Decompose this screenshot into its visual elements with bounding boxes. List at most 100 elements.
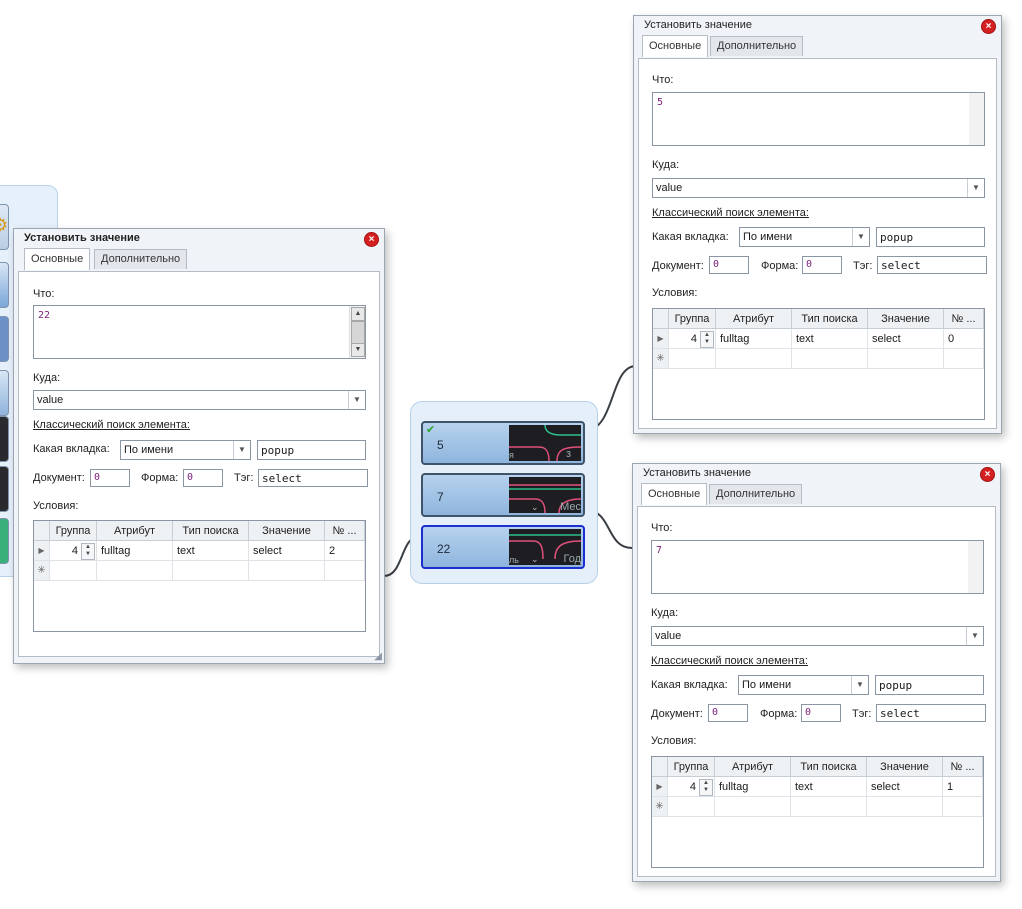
group-stepper[interactable]: ▲ ▼: [81, 543, 95, 560]
cell-attribute[interactable]: fulltag: [97, 541, 173, 561]
new-row-cell[interactable]: [715, 797, 791, 817]
new-row-cell[interactable]: [325, 561, 365, 581]
col-attribute[interactable]: Атрибут: [97, 521, 173, 541]
col-number[interactable]: № ...: [943, 757, 983, 777]
tag-input[interactable]: select: [877, 256, 987, 274]
what-input[interactable]: 22 ▲ ▼: [33, 305, 366, 359]
col-number[interactable]: № ...: [944, 309, 984, 329]
cell-number[interactable]: 0: [944, 329, 984, 349]
chevron-down-icon[interactable]: ▼: [967, 179, 984, 197]
chevron-down-icon[interactable]: ▼: [851, 676, 868, 694]
new-row-cell[interactable]: [943, 797, 983, 817]
cell-value[interactable]: select: [867, 777, 943, 797]
document-input[interactable]: 0: [90, 469, 130, 487]
table-row[interactable]: 4 ▲ ▼: [668, 777, 715, 797]
new-row-cell[interactable]: [173, 561, 249, 581]
where-select[interactable]: value ▼: [652, 178, 985, 198]
col-number[interactable]: № ...: [325, 521, 365, 541]
tab-which-select[interactable]: По имени ▼: [739, 227, 870, 247]
col-search-type[interactable]: Тип поиска: [173, 521, 249, 541]
cell-search-type[interactable]: text: [791, 777, 867, 797]
tag-input[interactable]: select: [876, 704, 986, 722]
new-row-cell[interactable]: [97, 561, 173, 581]
conditions-grid[interactable]: Группа Атрибут Тип поиска Значение № ...…: [652, 308, 985, 420]
col-attribute[interactable]: Атрибут: [715, 757, 791, 777]
col-search-type[interactable]: Тип поиска: [792, 309, 868, 329]
cell-value[interactable]: select: [868, 329, 944, 349]
toolbar-button-2[interactable]: [0, 370, 9, 416]
group-stepper[interactable]: ▲ ▼: [700, 331, 714, 348]
cell-value[interactable]: select: [249, 541, 325, 561]
set-value-dialog-7[interactable]: Установить значение × Основные Дополните…: [632, 463, 1001, 882]
chevron-down-icon[interactable]: ▼: [966, 627, 983, 645]
tab-main[interactable]: Основные: [24, 248, 91, 270]
tab-name-input[interactable]: popup: [257, 440, 366, 460]
close-icon[interactable]: ×: [982, 20, 995, 33]
col-search-type[interactable]: Тип поиска: [791, 757, 867, 777]
col-value[interactable]: Значение: [868, 309, 944, 329]
toolbar-button-5[interactable]: ть: [0, 518, 9, 564]
globe-icon-button[interactable]: [0, 262, 9, 308]
col-attribute[interactable]: Атрибут: [716, 309, 792, 329]
where-select[interactable]: value ▼: [651, 626, 984, 646]
conditions-grid[interactable]: Группа Атрибут Тип поиска Значение № ...…: [651, 756, 984, 868]
close-icon[interactable]: ×: [365, 233, 378, 246]
new-row-cell[interactable]: [716, 349, 792, 369]
new-row-cell[interactable]: [669, 349, 716, 369]
conditions-grid[interactable]: Группа Атрибут Тип поиска Значение № ...…: [33, 520, 366, 632]
form-input[interactable]: 0: [801, 704, 841, 722]
chevron-down-icon[interactable]: ▼: [852, 228, 869, 246]
new-row-cell[interactable]: [868, 349, 944, 369]
gear-icon-button[interactable]: ⚙: [0, 204, 9, 250]
cell-attribute[interactable]: fulltag: [715, 777, 791, 797]
set-value-dialog-5[interactable]: Установить значение × Основные Дополните…: [633, 15, 1002, 434]
new-row-cell[interactable]: [792, 349, 868, 369]
tab-advanced[interactable]: Дополнительно: [710, 36, 804, 56]
cell-search-type[interactable]: text: [173, 541, 249, 561]
new-row-cell[interactable]: [791, 797, 867, 817]
col-value[interactable]: Значение: [249, 521, 325, 541]
scrollbar[interactable]: ▲ ▼: [349, 306, 365, 358]
resize-grip-icon[interactable]: ◢: [374, 651, 382, 662]
tab-name-input[interactable]: popup: [875, 675, 984, 695]
document-input[interactable]: 0: [708, 704, 748, 722]
form-input[interactable]: 0: [183, 469, 223, 487]
cell-search-type[interactable]: text: [792, 329, 868, 349]
new-row-cell[interactable]: [50, 561, 97, 581]
what-input[interactable]: 7: [651, 540, 984, 594]
close-icon[interactable]: ×: [981, 468, 994, 481]
tag-input[interactable]: select: [258, 469, 368, 487]
table-row[interactable]: 4 ▲ ▼: [669, 329, 716, 349]
table-row[interactable]: 4 ▲ ▼: [50, 541, 97, 561]
toolbar-button-4[interactable]: [0, 466, 9, 512]
set-value-dialog-22[interactable]: Установить значение × Основные Дополните…: [13, 228, 385, 664]
toolbar-button-1[interactable]: ть: [0, 316, 9, 362]
new-row-cell[interactable]: [867, 797, 943, 817]
tab-advanced[interactable]: Дополнительно: [709, 484, 803, 504]
node-item-22[interactable]: 22 Год ль ⌄: [421, 525, 585, 569]
cell-attribute[interactable]: fulltag: [716, 329, 792, 349]
node-item-7[interactable]: 7 Мес ⌄: [421, 473, 585, 517]
new-row-cell[interactable]: [668, 797, 715, 817]
document-input[interactable]: 0: [709, 256, 749, 274]
new-row-cell[interactable]: [944, 349, 984, 369]
switch-node[interactable]: ✔ 5 з я 7 Мес ⌄ 22 Год ль ⌄: [410, 401, 598, 584]
tab-name-input[interactable]: popup: [876, 227, 985, 247]
tab-main[interactable]: Основные: [642, 35, 709, 57]
scroll-up-icon[interactable]: ▲: [351, 307, 365, 321]
chevron-down-icon[interactable]: ▼: [348, 391, 365, 409]
toolbar-button-3[interactable]: [0, 416, 9, 462]
tab-which-select[interactable]: По имени ▼: [738, 675, 869, 695]
col-group[interactable]: Группа: [50, 521, 97, 541]
form-input[interactable]: 0: [802, 256, 842, 274]
where-select[interactable]: value ▼: [33, 390, 366, 410]
cell-number[interactable]: 2: [325, 541, 365, 561]
col-group[interactable]: Группа: [669, 309, 716, 329]
scroll-thumb[interactable]: [351, 321, 365, 345]
tab-main[interactable]: Основные: [641, 483, 708, 505]
group-stepper[interactable]: ▲ ▼: [699, 779, 713, 796]
node-item-5[interactable]: ✔ 5 з я: [421, 421, 585, 465]
tab-advanced[interactable]: Дополнительно: [94, 249, 188, 269]
tab-which-select[interactable]: По имени ▼: [120, 440, 251, 460]
col-value[interactable]: Значение: [867, 757, 943, 777]
